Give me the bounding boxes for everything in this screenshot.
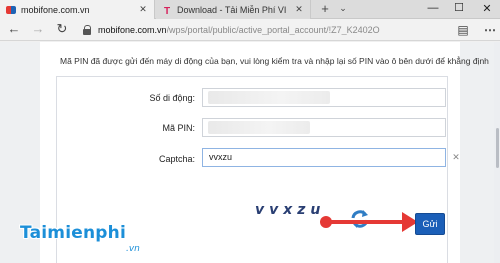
- chevron-down-icon[interactable]: ⌄: [337, 3, 349, 15]
- reading-view-icon[interactable]: ▤: [455, 22, 471, 38]
- url-domain: mobifone.com.vn: [98, 24, 167, 35]
- page: mobifone.com.vn ✕ T Download - Tải Miễn …: [0, 0, 500, 263]
- submit-button[interactable]: Gửi: [415, 213, 445, 235]
- phone-label: Số di động:: [149, 93, 195, 103]
- red-arrow-annotation: [320, 212, 418, 232]
- redacted-pin: [208, 121, 310, 134]
- scrollbar-thumb[interactable]: [496, 128, 499, 168]
- tab-mobifone[interactable]: mobifone.com.vn ✕: [0, 0, 155, 19]
- close-tab-icon[interactable]: ✕: [138, 4, 148, 15]
- clear-input-icon[interactable]: ✕: [451, 152, 461, 163]
- taimienphi-favicon-icon: T: [163, 5, 171, 17]
- browser-toolbar: ← → ↻ mobifone.com.vn /wps/portal/public…: [0, 19, 500, 41]
- pin-notice: Mã PIN đã được gửi đến máy di động của b…: [60, 56, 489, 66]
- url-path: /wps/portal/public/active_portal_account…: [166, 24, 380, 35]
- pin-label: Mã PIN:: [162, 123, 195, 133]
- forward-arrow-icon[interactable]: →: [30, 21, 46, 37]
- more-menu-icon[interactable]: ⋯: [482, 22, 498, 38]
- captcha-field[interactable]: vvxzu: [202, 148, 446, 167]
- lock-icon: [82, 24, 92, 35]
- redacted-phone: [208, 91, 330, 104]
- tab-bar: mobifone.com.vn ✕ T Download - Tải Miễn …: [0, 0, 500, 19]
- minimize-icon[interactable]: —: [426, 2, 440, 14]
- mobifone-favicon-icon: [6, 5, 16, 14]
- window-close-icon[interactable]: ✕: [480, 2, 494, 15]
- tab-label: Download - Tải Miễn Phí VI: [177, 4, 287, 15]
- watermark-suffix: .vn: [126, 244, 140, 254]
- close-tab-icon[interactable]: ✕: [294, 4, 304, 15]
- reload-icon[interactable]: ↻: [54, 21, 70, 37]
- captcha-image: vvxzu: [255, 202, 326, 218]
- watermark-brand: Taimienphi: [20, 223, 126, 243]
- new-tab-icon[interactable]: +: [318, 2, 332, 16]
- taimienphi-watermark-logo: Taimienphi .vn: [6, 220, 146, 260]
- tab-download[interactable]: T Download - Tải Miễn Phí VI ✕: [156, 0, 311, 19]
- maximize-icon[interactable]: ☐: [452, 1, 466, 14]
- back-arrow-icon[interactable]: ←: [6, 21, 22, 37]
- address-bar[interactable]: mobifone.com.vn /wps/portal/public/activ…: [82, 21, 442, 38]
- captcha-label: Captcha:: [158, 154, 195, 164]
- tab-label: mobifone.com.vn: [21, 4, 90, 15]
